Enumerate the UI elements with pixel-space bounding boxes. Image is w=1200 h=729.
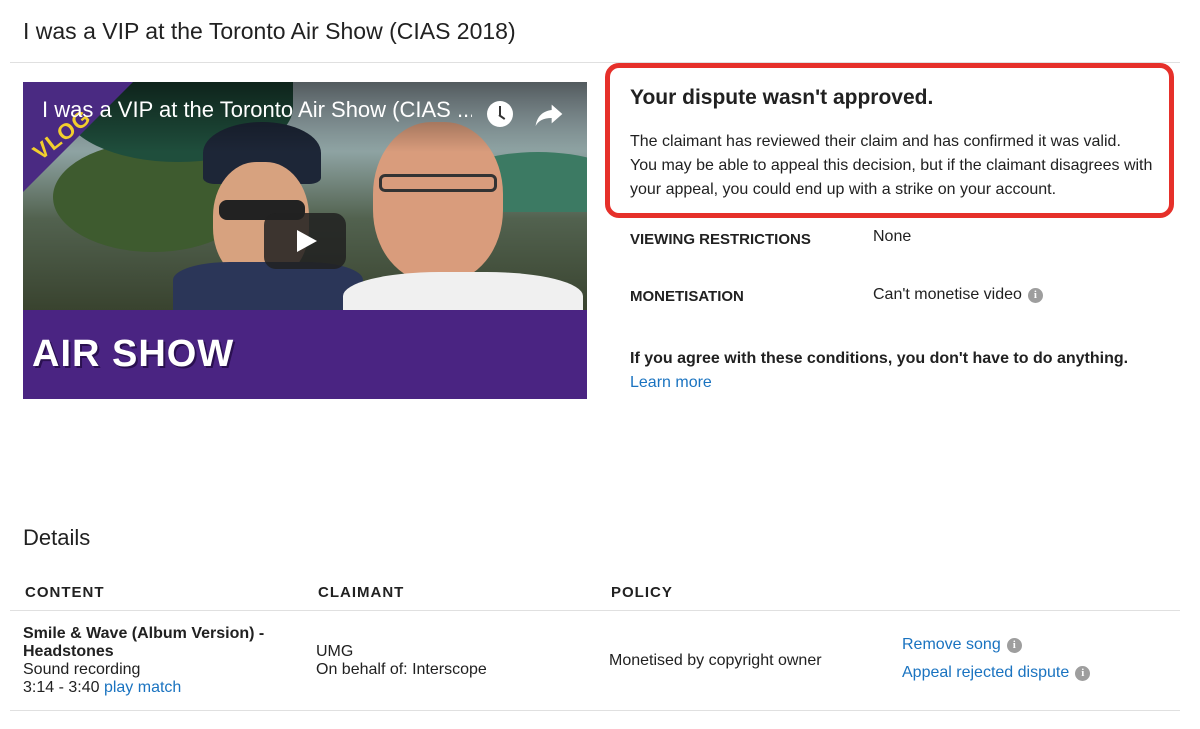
dispute-line: your appeal, you could end up with a str… (630, 181, 1057, 198)
viewing-restrictions-value: None (873, 228, 912, 245)
viewing-restrictions-label: VIEWING RESTRICTIONS (630, 231, 811, 248)
video-thumbnail[interactable]: VLOG I was a VIP at the Toronto Air Show… (23, 82, 587, 399)
banner-text: AIR SHOW (32, 333, 235, 375)
dispute-message: The claimant has reviewed their claim an… (630, 130, 1160, 202)
dispute-line: You may be able to appeal this decision,… (630, 157, 1153, 174)
monetisation-value-text: Can't monetise video (873, 286, 1022, 303)
appeal-rejected-dispute-link[interactable]: Appeal rejected dispute (902, 664, 1069, 681)
air-show-banner: AIR SHOW (23, 310, 587, 399)
page-title: I was a VIP at the Toronto Air Show (CIA… (23, 18, 516, 44)
column-header-policy: POLICY (611, 584, 673, 601)
appeal-action: Appeal rejected dispute i (902, 664, 1091, 682)
agree-notice: If you agree with these conditions, you … (630, 350, 1129, 367)
share-icon[interactable] (533, 98, 565, 130)
info-icon[interactable]: i (1027, 288, 1043, 303)
play-icon[interactable] (264, 213, 346, 269)
column-header-content: CONTENT (25, 584, 105, 601)
clock-icon[interactable] (487, 101, 513, 127)
time-range: 3:14 - 3:40 (23, 679, 100, 696)
monetisation-value: Can't monetise video i (873, 286, 1043, 304)
dispute-line: The claimant has reviewed their claim an… (630, 133, 1121, 150)
remove-song-link[interactable]: Remove song (902, 636, 1001, 653)
policy-value: Monetised by copyright owner (609, 652, 822, 669)
learn-more-link[interactable]: Learn more (630, 374, 712, 392)
remove-song-action: Remove song i (902, 636, 1022, 654)
content-title: Smile & Wave (Album Version) - (23, 625, 265, 642)
dispute-notice: Your dispute wasn't approved. The claima… (605, 63, 1174, 218)
column-header-claimant: CLAIMANT (318, 584, 405, 601)
table-row-content: Smile & Wave (Album Version) - Headstone… (23, 625, 264, 697)
claimant-behalf: On behalf of: Interscope (316, 661, 487, 678)
info-icon[interactable]: i (1006, 638, 1022, 653)
details-heading: Details (23, 525, 91, 550)
info-icon[interactable]: i (1075, 666, 1091, 681)
monetisation-label: MONETISATION (630, 288, 744, 305)
table-row-claimant: UMG On behalf of: Interscope (316, 643, 487, 679)
content-time: 3:14 - 3:40 play match (23, 679, 264, 697)
claimant-name: UMG (316, 643, 354, 660)
table-divider (10, 710, 1180, 711)
content-title: Headstones (23, 643, 114, 660)
play-match-link[interactable]: play match (104, 679, 181, 696)
table-divider (10, 610, 1180, 611)
video-overlay-title[interactable]: I was a VIP at the Toronto Air Show (CIA… (42, 97, 472, 123)
content-type: Sound recording (23, 661, 141, 678)
dispute-title: Your dispute wasn't approved. (630, 86, 934, 109)
